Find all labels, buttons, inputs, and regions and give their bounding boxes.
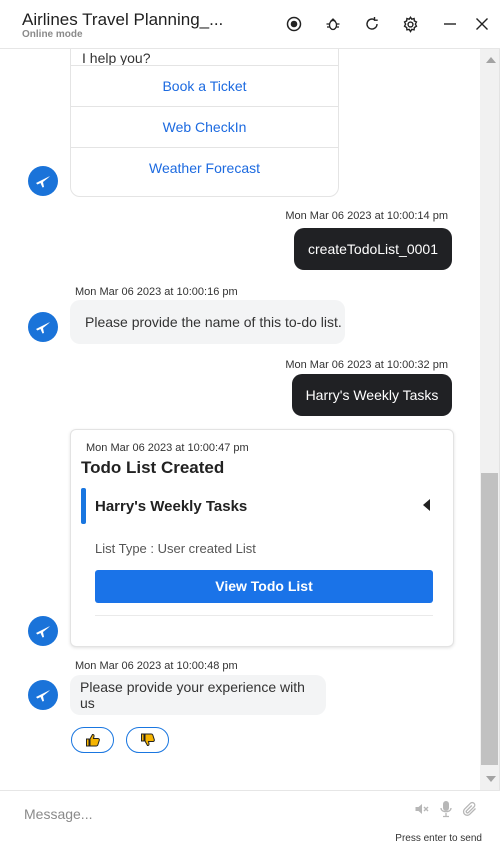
chat-header: Airlines Travel Planning_... Online mode — [0, 0, 500, 49]
message-input[interactable] — [22, 803, 406, 825]
weather-forecast-option[interactable]: Weather Forecast — [71, 147, 338, 188]
bot-message: Please provide your experience with us — [70, 675, 326, 715]
scroll-up-arrow-icon[interactable] — [486, 57, 496, 63]
chat-scrollbar[interactable] — [480, 49, 499, 790]
conversation-area[interactable]: I help you? Book a Ticket Web CheckIn We… — [0, 49, 480, 790]
options-card: I help you? Book a Ticket Web CheckIn We… — [70, 49, 339, 197]
bot-title: Airlines Travel Planning_... — [22, 10, 224, 29]
airplane-icon — [36, 690, 50, 702]
record-icon[interactable] — [284, 14, 304, 34]
microphone-icon[interactable] — [438, 800, 454, 818]
list-accent-bar — [81, 488, 86, 524]
todo-created-card: Mon Mar 06 2023 at 10:00:47 pm Todo List… — [70, 429, 454, 647]
attachment-icon[interactable] — [462, 800, 478, 818]
scroll-down-arrow-icon[interactable] — [486, 776, 496, 782]
bot-avatar — [28, 616, 58, 646]
composer: Press enter to send — [0, 790, 500, 848]
airplane-icon — [36, 626, 50, 638]
bot-avatar — [28, 680, 58, 710]
thumbs-up-button[interactable] — [71, 727, 114, 753]
todo-card-heading: Todo List Created — [81, 458, 225, 477]
airplane-icon — [36, 176, 50, 188]
message-timestamp: Mon Mar 06 2023 at 10:00:16 pm — [75, 286, 238, 298]
collapse-arrow-icon[interactable] — [423, 499, 430, 511]
thumbs-down-button[interactable] — [126, 727, 169, 753]
bot-avatar — [28, 312, 58, 342]
message-timestamp: Mon Mar 06 2023 at 10:00:48 pm — [75, 660, 238, 672]
refresh-icon[interactable] — [362, 14, 382, 34]
chat-window: Airlines Travel Planning_... Online mode… — [0, 0, 500, 848]
book-ticket-option[interactable]: Book a Ticket — [71, 65, 338, 106]
bot-message: Please provide the name of this to-do li… — [70, 300, 345, 344]
bug-icon[interactable] — [323, 14, 343, 34]
user-message: Harry's Weekly Tasks — [292, 374, 452, 416]
minimize-icon[interactable] — [440, 14, 460, 34]
card-divider — [95, 615, 433, 616]
scroll-thumb[interactable] — [481, 473, 498, 765]
speaker-muted-icon[interactable] — [414, 800, 430, 818]
bot-message-text: Please provide the name of this to-do li… — [85, 314, 342, 330]
message-timestamp: Mon Mar 06 2023 at 10:00:14 pm — [285, 210, 448, 222]
message-timestamp: Mon Mar 06 2023 at 10:00:47 pm — [86, 442, 249, 454]
thumbs-down-icon — [140, 733, 155, 747]
send-hint: Press enter to send — [395, 833, 482, 844]
settings-icon[interactable] — [400, 14, 420, 34]
thumbs-up-icon — [85, 733, 100, 747]
airplane-icon — [36, 322, 50, 334]
close-icon[interactable] — [472, 14, 492, 34]
message-timestamp: Mon Mar 06 2023 at 10:00:32 pm — [285, 359, 448, 371]
options-question: I help you? — [82, 50, 151, 66]
web-checkin-option[interactable]: Web CheckIn — [71, 106, 338, 147]
bot-avatar — [28, 166, 58, 196]
user-message: createTodoList_0001 — [294, 228, 452, 270]
todo-list-name: Harry's Weekly Tasks — [95, 498, 248, 515]
view-todo-list-button[interactable]: View Todo List — [95, 570, 433, 603]
online-status: Online mode — [22, 29, 83, 40]
todo-list-type: List Type : User created List — [95, 541, 256, 556]
bot-message-text: Please provide your experience with us — [80, 679, 305, 711]
